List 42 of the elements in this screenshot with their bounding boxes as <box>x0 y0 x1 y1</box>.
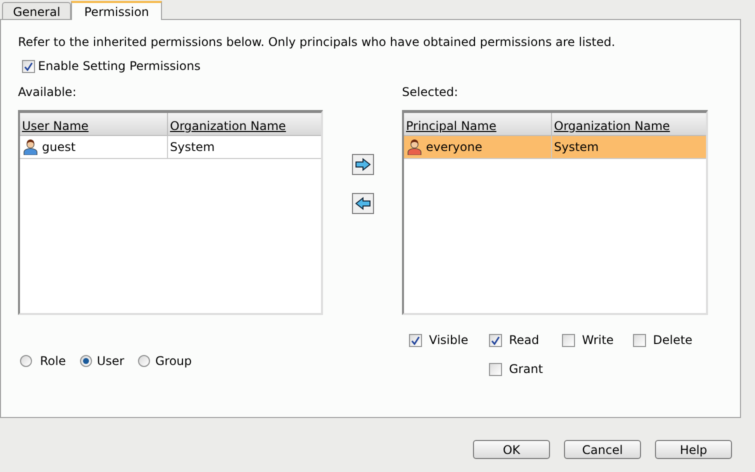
radio-button[interactable] <box>138 355 150 367</box>
checkbox[interactable] <box>489 362 502 376</box>
dialog-button[interactable]: OK <box>473 440 550 459</box>
name-text: everyone <box>426 139 482 156</box>
checkbox[interactable] <box>22 60 35 72</box>
checkbox[interactable] <box>562 334 575 346</box>
column-header[interactable]: User Name <box>20 113 168 135</box>
checkbox-label: Grant <box>509 361 543 378</box>
list-row[interactable]: guest System <box>20 136 321 159</box>
radio-label: Group <box>155 353 192 370</box>
checkbox-label: Write <box>582 332 614 349</box>
checkbox-label: Delete <box>653 332 692 349</box>
checkbox[interactable] <box>489 334 502 346</box>
name-text: guest <box>42 139 76 156</box>
tab[interactable]: General <box>2 2 72 19</box>
column-header[interactable]: Organization Name <box>552 113 706 135</box>
left-arrow-icon <box>354 197 370 210</box>
column-header[interactable]: Organization Name <box>168 113 321 135</box>
dialog-button[interactable]: Cancel <box>564 440 641 459</box>
radio-label: Role <box>40 353 66 370</box>
radio-label: User <box>96 353 124 370</box>
checkbox-label: Read <box>509 332 540 349</box>
right-arrow-icon <box>354 158 370 171</box>
person-icon <box>23 139 38 155</box>
description-text: Refer to the inherited permissions below. Only principals who have obtained permissions are listed. <box>18 34 616 49</box>
person-icon <box>407 139 422 155</box>
add-button[interactable] <box>352 154 374 175</box>
radio-button[interactable] <box>80 355 92 367</box>
column-header[interactable]: Principal Name <box>404 113 552 135</box>
organization-text: System <box>554 139 599 156</box>
remove-button[interactable] <box>352 193 374 214</box>
dialog-button[interactable]: Help <box>655 440 732 459</box>
list-row[interactable]: everyone System <box>404 136 706 159</box>
checkbox-label: Enable Setting Permissions <box>38 58 200 75</box>
available-label: Available: <box>18 84 78 99</box>
selected-label: Selected: <box>402 84 460 99</box>
tab[interactable]: Permission <box>71 1 162 20</box>
checkbox-label: Visible <box>429 332 468 349</box>
checkbox[interactable] <box>633 334 646 346</box>
checkbox[interactable] <box>409 334 422 346</box>
radio-button[interactable] <box>20 355 32 367</box>
organization-text: System <box>170 139 215 156</box>
